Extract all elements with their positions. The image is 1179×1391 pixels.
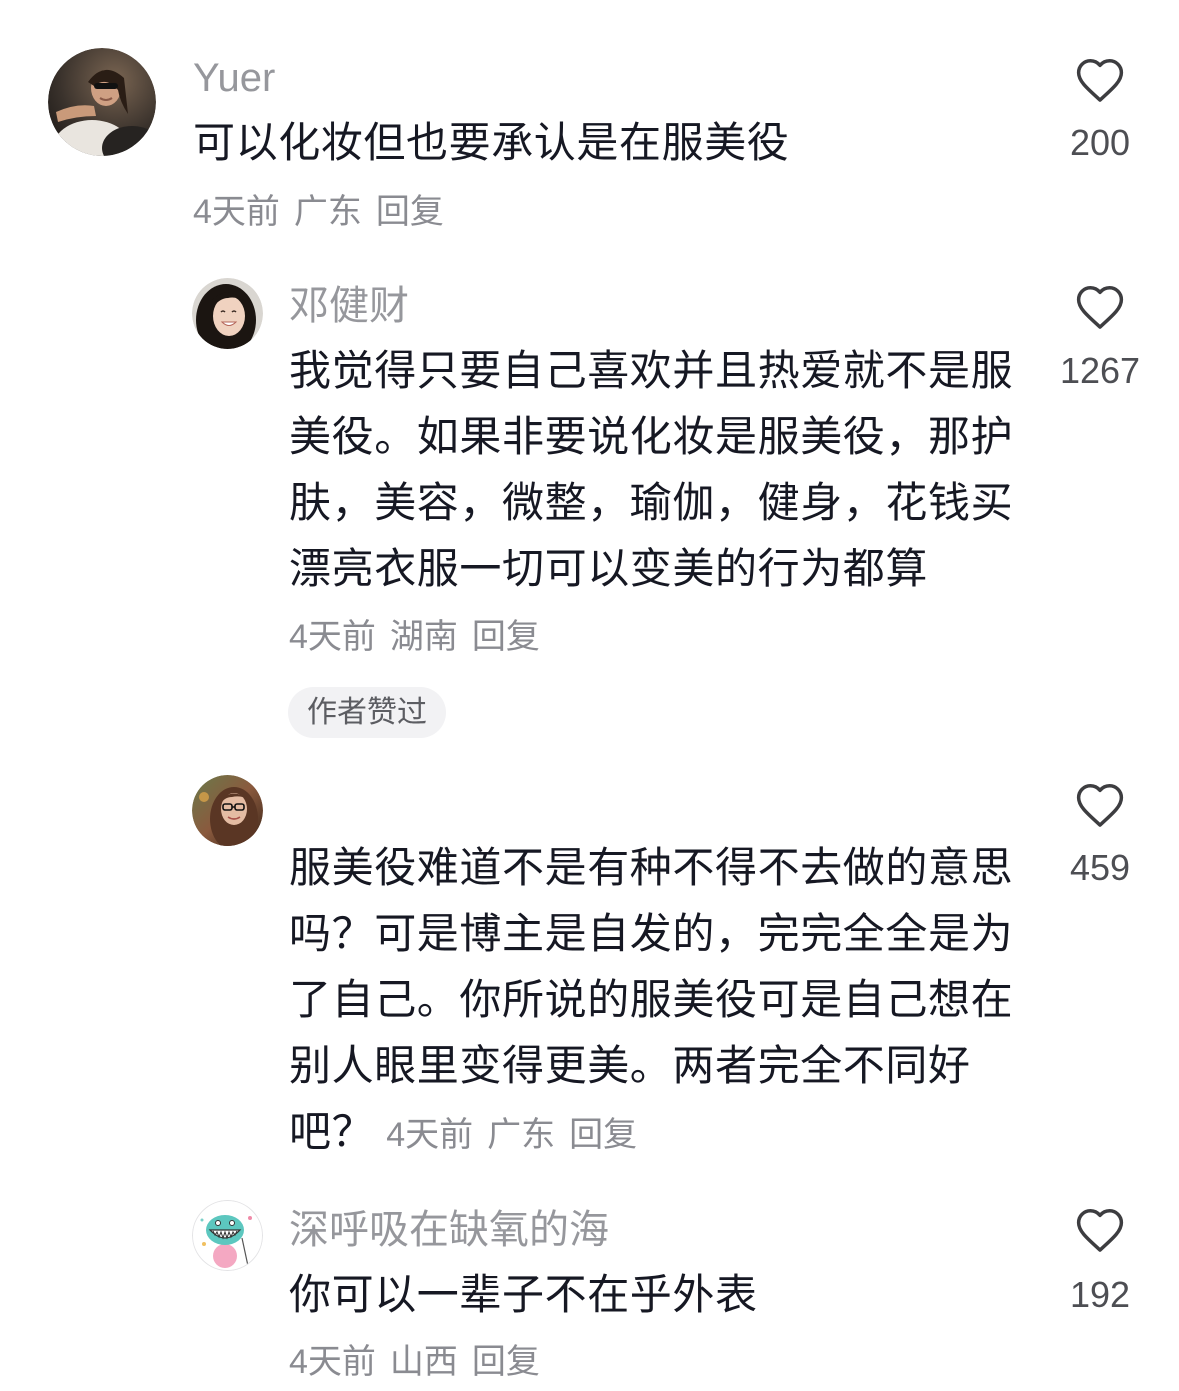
comment-meta: 4天前 广东 回复 [386,1110,637,1160]
comment-text-content: 服美役难道不是有种不得不去做的意思吗？可是博主是自发的，完完全全是为了自己。你所… [289,844,1014,1155]
comment-text: 你可以一辈子不在乎外表 [289,1271,758,1318]
comment-time: 4天前 [386,1116,474,1154]
like-button[interactable] [1073,1206,1127,1254]
avatar[interactable] [192,278,263,349]
comment-meta: 4天前 湖南 回复 [289,612,540,662]
comment-time: 4天前 [289,618,376,656]
like-button[interactable] [1073,283,1127,331]
like-count: 200 [1069,122,1131,163]
reply-button[interactable]: 回复 [472,1343,540,1381]
comment-location: 广东 [487,1116,556,1154]
username[interactable]: 邓健财 [289,273,409,339]
avatar[interactable] [192,1200,263,1271]
comment-text: 可以化妆但也要承认是在服美役 [193,119,790,166]
comment-location: 山西 [389,1343,458,1381]
like-count: 459 [1069,847,1131,888]
heart-icon [1076,59,1124,102]
heart-icon [1076,1209,1124,1252]
comment-meta: 4天前 广东 回复 [193,187,444,237]
comment-location: 广东 [293,193,362,231]
avatar[interactable] [48,48,156,156]
comment-time: 4天前 [193,193,280,231]
comment-location: 湖南 [389,618,458,656]
like-count: 1267 [1059,350,1141,391]
like-button[interactable] [1073,56,1127,104]
like-count: 192 [1069,1274,1131,1315]
like-button[interactable] [1073,781,1127,829]
heart-icon [1076,286,1124,329]
reply-button[interactable]: 回复 [472,618,540,656]
avatar[interactable] [192,775,263,846]
comment-time: 4天前 [289,1343,376,1381]
comment-text: 服美役难道不是有种不得不去做的意思吗？可是博主是自发的，完完全全是为了自己。你所… [289,835,1024,1165]
reply-button[interactable]: 回复 [376,193,444,231]
comment-meta: 4天前 山西 回复 [289,1337,540,1387]
reply-button[interactable]: 回复 [569,1116,637,1154]
author-liked-badge: 作者赞过 [288,687,446,738]
username[interactable]: Yuer [193,45,275,111]
heart-icon [1076,784,1124,827]
comment-text: 我觉得只要自己喜欢并且热爱就不是服美役。如果非要说化妆是服美役，那护肤，美容，微… [289,347,1014,592]
username[interactable]: 深呼吸在缺氧的海 [289,1197,609,1263]
